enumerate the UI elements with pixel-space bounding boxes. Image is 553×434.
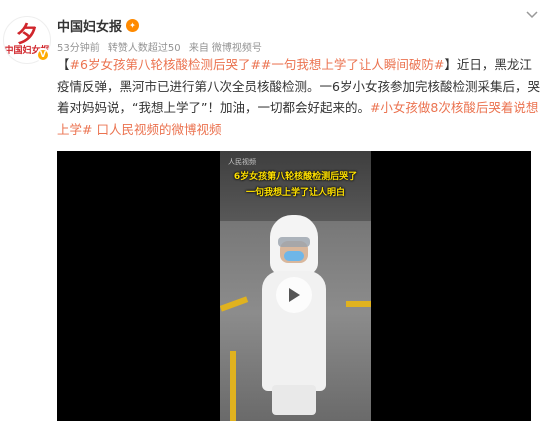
chevron-down-icon[interactable]: [525, 8, 539, 22]
avatar-symbol: 夕: [15, 22, 38, 48]
floor-stripe: [230, 351, 236, 421]
video-player[interactable]: 人民视频 6岁女孩第八轮核酸检测后哭了 一句我想上学了让人明白: [57, 151, 531, 421]
play-button[interactable]: [276, 277, 312, 313]
child-figure: [258, 215, 338, 415]
account-name[interactable]: 中国妇女报: [57, 16, 122, 35]
weibo-post: 夕 中国妇女报 V 中国妇女报 ✦ 53分钟前 转赞人数超过50 来自 微博视频号…: [0, 0, 553, 434]
video-caption-line-2: 一句我想上学了让人明白: [245, 188, 345, 198]
topic-link[interactable]: #6岁女孩第八轮核酸检测后哭了#: [70, 57, 261, 72]
member-badge-icon: ✦: [126, 19, 140, 32]
account-name-row: 中国妇女报 ✦: [57, 16, 140, 35]
floor-stripe: [220, 296, 249, 312]
goggles: [278, 237, 310, 247]
legs: [272, 385, 316, 415]
forward-count: 转赞人数超过50: [107, 43, 181, 54]
post-time[interactable]: 53分钟前: [57, 43, 100, 54]
video-link[interactable]: 口人民视频的微博视频: [96, 122, 221, 137]
video-watermark: 人民视频: [228, 158, 256, 166]
video-caption-line-1: 6岁女孩第八轮核酸检测后哭了: [233, 172, 358, 182]
post-source[interactable]: 微博视频号: [212, 43, 262, 54]
verified-badge-icon: V: [36, 48, 50, 62]
post-text: 【#6岁女孩第八轮核酸检测后哭了##一句我想上学了让人瞬间破防#】近日，黑龙江疫…: [57, 54, 541, 140]
mask: [284, 251, 304, 261]
source-prefix: 来自: [188, 43, 209, 54]
bracket-open: 【: [57, 57, 70, 72]
play-icon: [289, 288, 300, 302]
topic-link-2[interactable]: #一句我想上学了让人瞬间破防#: [261, 57, 444, 72]
floor-stripe: [346, 301, 371, 307]
video-frame: 人民视频 6岁女孩第八轮核酸检测后哭了 一句我想上学了让人明白: [220, 151, 371, 421]
post-meta: 53分钟前 转赞人数超过50 来自 微博视频号: [57, 39, 267, 54]
bracket-close: 】: [444, 57, 457, 72]
